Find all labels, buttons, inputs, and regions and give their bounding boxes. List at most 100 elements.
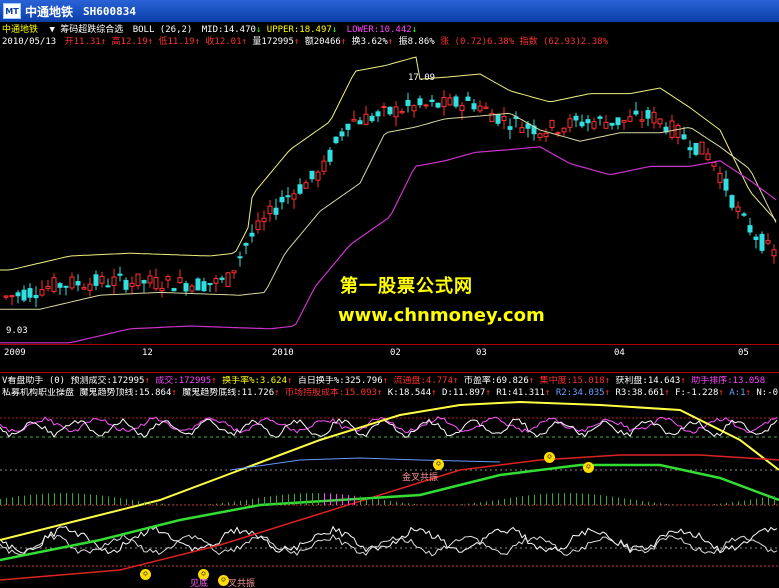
histogram-bar	[168, 504, 169, 505]
candle-body	[219, 277, 225, 280]
candle-body	[93, 274, 99, 286]
candle-body	[633, 110, 639, 115]
candle-body	[159, 287, 165, 292]
candle-body	[207, 282, 213, 286]
candle-body	[561, 127, 567, 133]
histogram-bar	[570, 493, 571, 505]
histogram-bar	[24, 495, 25, 505]
candle-body	[225, 272, 231, 287]
candle-body	[39, 289, 45, 296]
candle-body	[315, 171, 321, 181]
candle-body	[771, 249, 777, 257]
candle-body	[735, 206, 741, 212]
histogram-bar	[90, 494, 91, 505]
candle-body	[501, 115, 507, 121]
histogram-bar	[300, 493, 301, 505]
histogram-bar	[36, 494, 37, 505]
candle-body	[567, 118, 573, 128]
smiley-signal-icon: ☺	[544, 452, 555, 463]
candle-body	[705, 153, 711, 161]
histogram-bar	[528, 495, 529, 505]
histogram-bar	[546, 493, 547, 505]
histogram-bar	[558, 493, 559, 505]
peak-annotation: 17.09	[408, 73, 436, 83]
histogram-bar	[636, 500, 637, 505]
candle-body	[699, 141, 705, 155]
k-value: K:18.544	[387, 388, 432, 398]
candle-body	[453, 96, 459, 107]
histogram-bar	[510, 497, 511, 505]
histogram-bar	[258, 498, 259, 505]
histogram-bar	[372, 498, 373, 505]
histogram-bar	[726, 502, 727, 505]
candle-body	[417, 98, 423, 106]
histogram-bar	[582, 493, 583, 505]
histogram-bar	[366, 497, 367, 505]
histogram-bar	[150, 502, 151, 505]
candle-body	[375, 111, 381, 117]
candle-body	[201, 281, 207, 292]
histogram-bar	[30, 494, 31, 505]
axis-label-02: 02	[390, 348, 401, 358]
candle-body	[621, 119, 627, 123]
candle-body	[615, 117, 621, 126]
histogram-bar	[738, 501, 739, 505]
histogram-bar	[348, 495, 349, 505]
candle-body	[309, 170, 315, 180]
r2-value: R2:34.035	[555, 388, 605, 398]
histogram-bar	[378, 499, 379, 505]
market-cost: 市场持股成本:15.093	[285, 388, 377, 398]
histogram-bar	[234, 501, 235, 505]
histogram-bar	[318, 493, 319, 505]
histogram-bar	[552, 493, 553, 505]
candle-body	[519, 127, 525, 133]
forecast-volume: 预测成交:172995	[70, 376, 145, 386]
axis-label-03: 03	[476, 348, 487, 358]
candle-body	[639, 119, 645, 122]
histogram-bar	[594, 494, 595, 505]
histogram-bar	[480, 502, 481, 505]
candle-body	[465, 96, 471, 101]
candle-body	[129, 282, 135, 287]
indicator-1-name[interactable]: V看盘助手 (0)	[2, 376, 65, 386]
hundred-day-turnover: 百日换手%:325.796	[297, 376, 383, 386]
histogram-bar	[486, 501, 487, 505]
histogram-bar	[54, 493, 55, 505]
candle-body	[549, 119, 555, 128]
candle-body	[579, 121, 585, 127]
candle-body	[303, 182, 309, 189]
float-shares: 流通盘:4.774	[393, 376, 453, 386]
turnover-rate: 换手率%:3.624	[222, 376, 288, 386]
candle-body	[585, 119, 591, 124]
r1-value: R1:41.311	[496, 388, 545, 398]
histogram-bar	[768, 496, 769, 505]
candle-body	[321, 160, 327, 172]
histogram-bar	[666, 503, 667, 505]
histogram-bar	[588, 493, 589, 505]
axis-label-04: 04	[614, 348, 625, 358]
candle-body	[177, 277, 183, 284]
profit-ratio: 获利盘:14.643	[615, 376, 681, 386]
histogram-bar	[102, 495, 103, 505]
f-value: F:-1.228	[675, 388, 719, 398]
candle-body	[339, 131, 345, 137]
candle-body	[135, 273, 141, 287]
candle-body	[123, 279, 129, 290]
candle-body	[495, 114, 501, 124]
candle-body	[687, 147, 693, 151]
histogram-bar	[612, 496, 613, 505]
histogram-bar	[606, 495, 607, 505]
candle-body	[351, 118, 357, 122]
candle-body	[69, 276, 75, 289]
candle-body	[51, 277, 57, 292]
candle-body	[261, 217, 267, 223]
candle-body	[657, 118, 663, 125]
histogram-bar	[120, 498, 121, 505]
histogram-bar	[156, 503, 157, 505]
indicator-2-name[interactable]: 私募机构职业操盘	[2, 388, 74, 398]
candle-body	[759, 233, 765, 251]
histogram-bar	[78, 493, 79, 505]
candle-body	[609, 122, 615, 126]
trend-line	[0, 454, 779, 581]
histogram-bar	[600, 495, 601, 505]
